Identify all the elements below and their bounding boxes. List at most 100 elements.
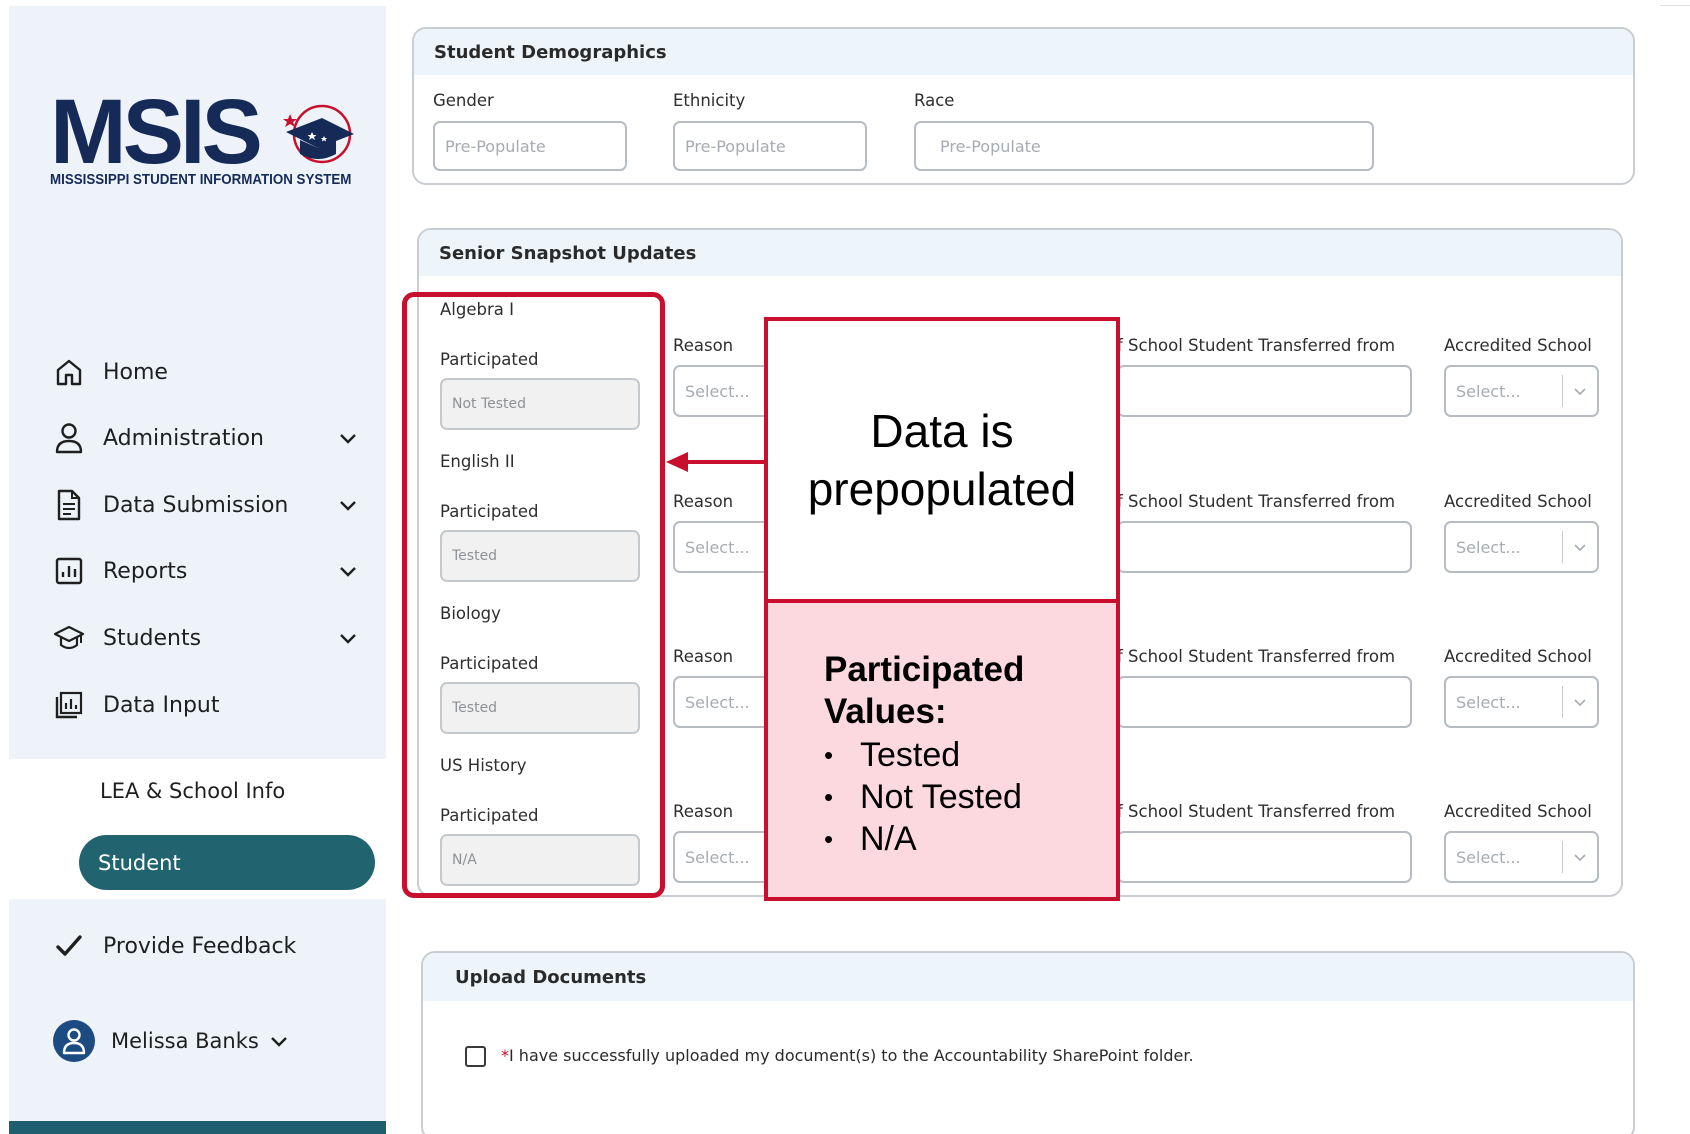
chevron-down-icon[interactable] <box>1573 384 1587 398</box>
chevron-down-icon[interactable] <box>1573 695 1587 709</box>
document-icon <box>53 489 85 521</box>
reason-label: Reason <box>673 802 734 821</box>
callout-title-line-2: Values: <box>824 692 947 731</box>
home-icon <box>53 356 85 388</box>
nav-item-administration[interactable]: Administration <box>9 410 386 466</box>
sidebar-footer-bar <box>9 1121 386 1134</box>
bar-chart-icon <box>53 555 85 587</box>
list-item: Not Tested <box>824 776 1022 818</box>
transferred-from-field[interactable] <box>1117 676 1412 728</box>
nav-label-home: Home <box>103 359 168 385</box>
user-icon <box>53 422 85 454</box>
select-placeholder: Select... <box>1456 537 1521 557</box>
accredited-school-label: Accredited School <box>1444 336 1592 355</box>
card-title: Upload Documents <box>423 953 1633 1001</box>
transferred-from-label: f School Student Transferred from <box>1117 336 1396 355</box>
list-item: Tested <box>824 734 1022 776</box>
user-name: Melissa Banks <box>111 1029 259 1053</box>
nav-label-reports: Reports <box>103 558 188 584</box>
graduation-cap-logo-icon <box>283 104 354 164</box>
accredited-school-select[interactable]: Select... <box>1444 365 1599 417</box>
callout-participated-values: Participated Values: Tested Not Tested N… <box>764 599 1120 901</box>
subnav-item-lea-school-info[interactable]: LEA & School Info <box>100 779 285 803</box>
upload-confirm-label: *I have successfully uploaded my documen… <box>501 1046 1194 1065</box>
accredited-school-select[interactable]: Select... <box>1444 676 1599 728</box>
upload-confirm-text: I have successfully uploaded my document… <box>509 1046 1194 1065</box>
provide-feedback-label: Provide Feedback <box>103 933 297 959</box>
data-input-icon <box>53 689 85 721</box>
nav-item-data-input[interactable]: Data Input <box>9 677 386 733</box>
divider <box>1660 5 1690 6</box>
graduation-cap-icon <box>53 622 85 654</box>
ethnicity-label: Ethnicity <box>673 91 746 110</box>
nav-label-data-submission: Data Submission <box>103 492 289 518</box>
gender-label: Gender <box>433 91 494 110</box>
callout-values-list: Tested Not Tested N/A <box>824 734 1022 860</box>
gender-field[interactable]: Pre-Populate <box>433 121 627 171</box>
logo-wordmark: MSIS <box>50 81 263 183</box>
avatar <box>53 1020 95 1062</box>
accredited-school-select[interactable]: Select... <box>1444 831 1599 883</box>
select-placeholder: Select... <box>1456 692 1521 712</box>
chevron-down-icon[interactable] <box>337 560 359 582</box>
nav-label-data-input: Data Input <box>103 692 220 718</box>
arrow-left-icon <box>666 452 764 472</box>
chevron-down-icon[interactable] <box>337 494 359 516</box>
nav-label-administration: Administration <box>103 425 264 451</box>
card-title: Senior Snapshot Updates <box>419 230 1621 276</box>
transferred-from-field[interactable] <box>1117 365 1412 417</box>
nav-item-home[interactable]: Home <box>9 344 386 400</box>
chevron-down-icon[interactable] <box>1573 850 1587 864</box>
msis-logo[interactable]: MSIS MISSISSIPPI STUDENT INFORMATION SYS… <box>50 81 354 196</box>
chevron-down-icon[interactable] <box>1573 540 1587 554</box>
subnav-item-student-active[interactable]: Student <box>79 835 375 890</box>
accredited-school-select[interactable]: Select... <box>1444 521 1599 573</box>
transferred-from-label: f School Student Transferred from <box>1117 647 1396 666</box>
select-divider <box>1562 686 1563 718</box>
provide-feedback-link[interactable]: Provide Feedback <box>9 918 386 974</box>
reason-label: Reason <box>673 492 734 511</box>
select-divider <box>1562 531 1563 563</box>
required-mark: * <box>501 1046 509 1065</box>
upload-confirm-checkbox[interactable] <box>465 1046 486 1067</box>
transferred-from-field[interactable] <box>1117 521 1412 573</box>
transferred-from-label: f School Student Transferred from <box>1117 802 1396 821</box>
card-title: Student Demographics <box>414 29 1633 75</box>
accredited-school-label: Accredited School <box>1444 492 1592 511</box>
select-divider <box>1562 841 1563 873</box>
accredited-school-label: Accredited School <box>1444 647 1592 666</box>
nav-item-reports[interactable]: Reports <box>9 543 386 599</box>
callout-data-prepopulated: Data is prepopulated <box>764 317 1120 603</box>
list-item: N/A <box>824 818 1022 860</box>
nav-item-data-submission[interactable]: Data Submission <box>9 477 386 533</box>
nav-item-students[interactable]: Students <box>9 610 386 666</box>
race-field[interactable]: Pre-Populate <box>914 121 1374 171</box>
chevron-down-icon[interactable] <box>337 627 359 649</box>
select-placeholder: Select... <box>1456 847 1521 867</box>
callout-title-line-1: Participated <box>824 650 1025 689</box>
chevron-down-icon[interactable] <box>269 1031 289 1051</box>
nav-label-students: Students <box>103 625 202 651</box>
checkmark-icon <box>53 930 85 962</box>
callout-line-1: Data is <box>870 405 1014 457</box>
accredited-school-label: Accredited School <box>1444 802 1592 821</box>
select-placeholder: Select... <box>1456 381 1521 401</box>
student-demographics-card: Student Demographics Gender Pre-Populate… <box>412 27 1635 185</box>
upload-documents-card: Upload Documents <box>421 951 1635 1134</box>
transferred-from-field[interactable] <box>1117 831 1412 883</box>
transferred-from-label: f School Student Transferred from <box>1117 492 1396 511</box>
user-avatar-icon <box>62 1028 86 1055</box>
reason-label: Reason <box>673 647 734 666</box>
logo-subtitle: MISSISSIPPI STUDENT INFORMATION SYSTEM <box>50 172 352 188</box>
sidebar: MSIS MISSISSIPPI STUDENT INFORMATION SYS… <box>9 6 386 1134</box>
callout-line-2: prepopulated <box>807 463 1077 515</box>
ethnicity-field[interactable]: Pre-Populate <box>673 121 867 171</box>
chevron-down-icon[interactable] <box>337 427 359 449</box>
callout-values-title: Participated Values: <box>824 649 1024 733</box>
highlight-participated-column <box>402 292 665 898</box>
select-divider <box>1562 375 1563 407</box>
data-input-subnav: LEA & School Info Student <box>9 759 386 899</box>
user-menu[interactable]: Melissa Banks <box>53 1018 289 1064</box>
race-label: Race <box>914 91 955 110</box>
reason-label: Reason <box>673 336 734 355</box>
